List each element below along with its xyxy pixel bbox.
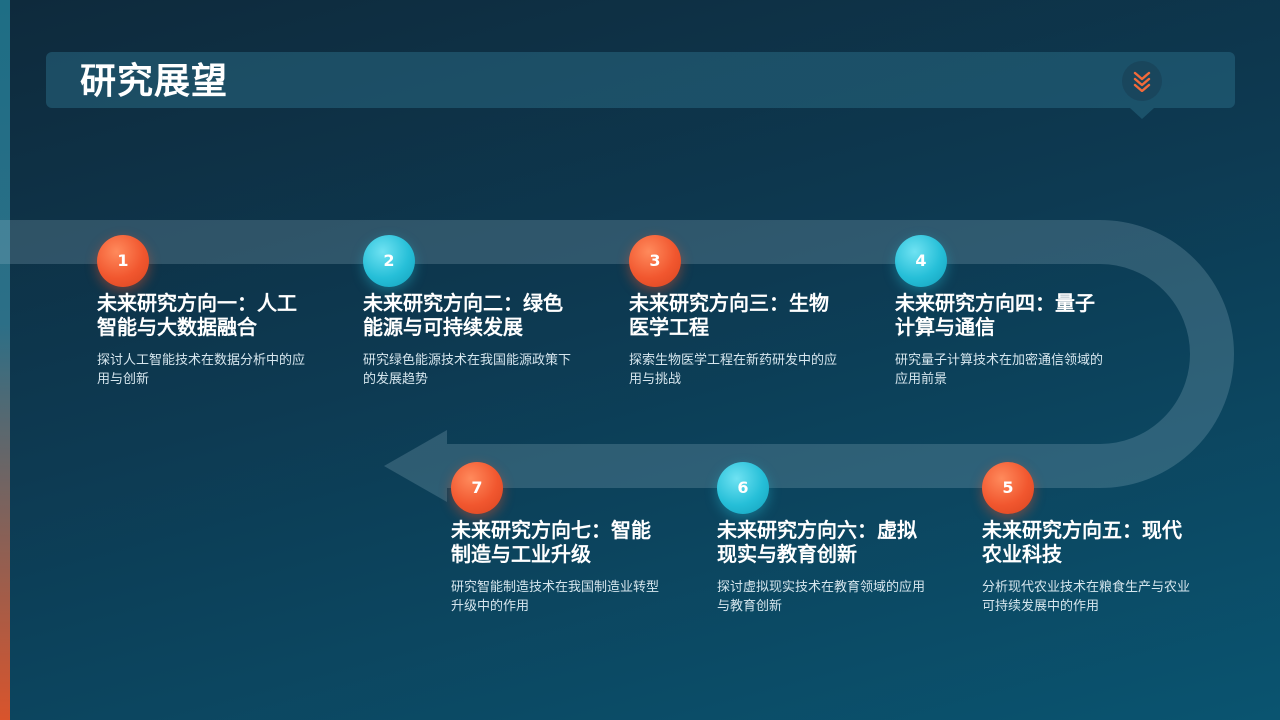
step-desc: 研究智能制造技术在我国制造业转型升级中的作用 — [451, 580, 660, 614]
step-title: 未来研究方向四：量子计算与通信 — [895, 291, 1095, 339]
step-desc: 分析现代农业技术在粮食生产与农业可持续发展中的作用 — [982, 580, 1191, 614]
step-title: 未来研究方向三：生物医学工程 — [629, 291, 829, 339]
step-title: 未来研究方向七：智能制造与工业升级 — [451, 518, 651, 566]
step-badge: 7 — [451, 462, 503, 514]
step-badge: 5 — [982, 462, 1034, 514]
step-desc: 探索生物医学工程在新药研发中的应用与挑战 — [629, 353, 838, 387]
step-desc: 探讨人工智能技术在数据分析中的应用与创新 — [97, 353, 306, 387]
step-title: 未来研究方向五：现代农业科技 — [982, 518, 1182, 566]
step-desc: 研究绿色能源技术在我国能源政策下的发展趋势 — [363, 353, 572, 387]
step-badge: 1 — [97, 235, 149, 287]
step-desc: 探讨虚拟现实技术在教育领域的应用与教育创新 — [717, 580, 926, 614]
step-badge: 6 — [717, 462, 769, 514]
step-badge: 4 — [895, 235, 947, 287]
step-title: 未来研究方向一：人工智能与大数据融合 — [97, 291, 297, 339]
step-badge: 2 — [363, 235, 415, 287]
step-title: 未来研究方向六：虚拟现实与教育创新 — [717, 518, 917, 566]
step-desc: 研究量子计算技术在加密通信领域的应用前景 — [895, 353, 1104, 387]
step-badge: 3 — [629, 235, 681, 287]
step-title: 未来研究方向二：绿色能源与可持续发展 — [363, 291, 563, 339]
